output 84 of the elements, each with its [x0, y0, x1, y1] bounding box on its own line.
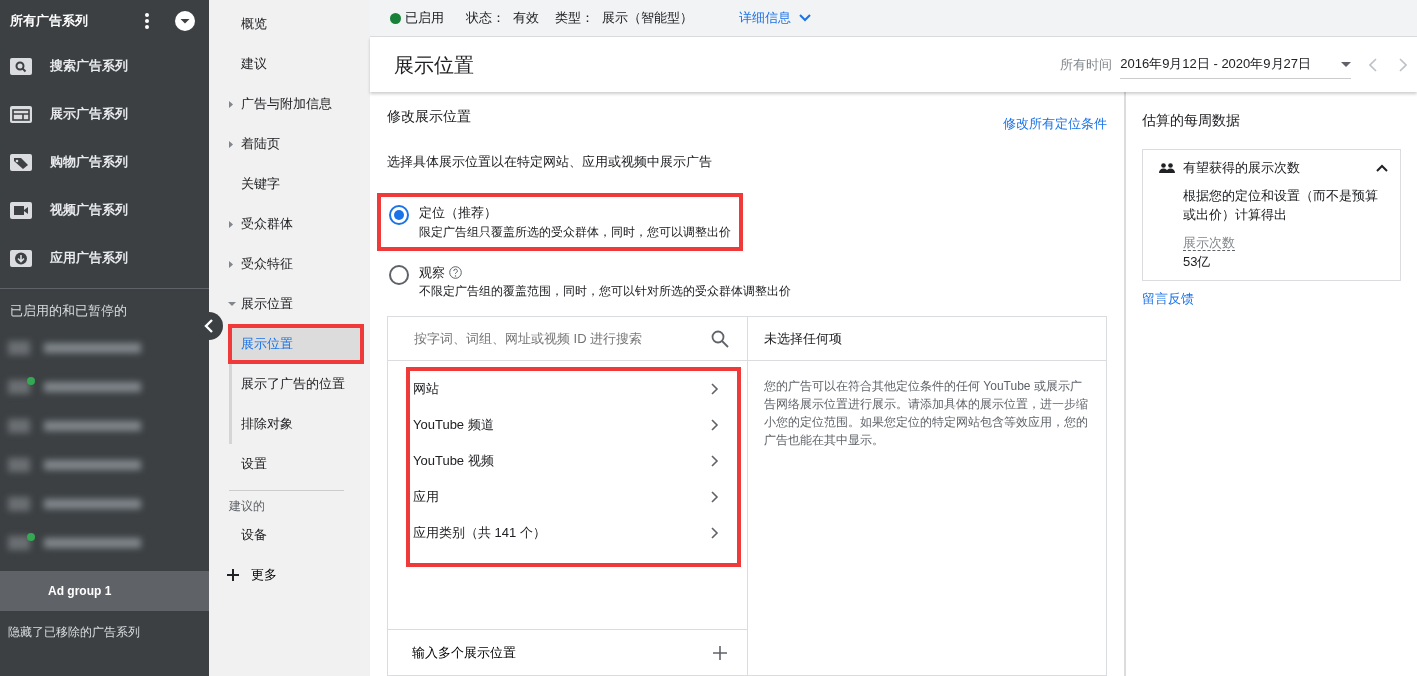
multi-placement-button[interactable]: 输入多个展示位置: [388, 629, 747, 675]
selection-note: 您的广告可以在符合其他定位条件的任何 YouTube 或展示广告网络展示位置进行展示。请添加具体的展示位置，进一步缩小您的定位范围。如果您定位的特定网站包含等效应用，您的广告也能在其中显示。: [763, 378, 1089, 449]
nav-subitem[interactable]: 展示了广告的位置: [232, 364, 370, 404]
category-item[interactable]: 网站: [410, 371, 737, 407]
category-label: YouTube 频道: [413, 416, 494, 435]
chevron-down-icon: [799, 14, 811, 22]
state-label: 状态：: [466, 9, 505, 28]
nav-item[interactable]: 展示位置: [209, 284, 370, 324]
section-title: 修改展示位置: [387, 107, 471, 126]
people-icon: [1159, 162, 1175, 173]
sidebar-title: 所有广告系列: [10, 12, 89, 31]
campaign-type-link[interactable]: 购物广告系列: [50, 152, 128, 172]
status-text: 已启用: [405, 9, 444, 28]
layout-icon: [10, 105, 32, 123]
category-item[interactable]: 应用: [410, 479, 737, 515]
edit-targeting-link[interactable]: 修改所有定位条件: [1003, 114, 1107, 134]
nav-item[interactable]: 概览: [209, 4, 370, 44]
option-hint: 不限定广告组的覆盖范围，同时，您可以针对所选的受众群体调整出价: [419, 283, 791, 300]
dropdown-icon[interactable]: [175, 11, 195, 31]
description: 选择具体展示位置以在特定网站、应用或视频中展示广告: [387, 152, 713, 171]
type-value: 展示（智能型）: [602, 9, 693, 28]
radio-button[interactable]: [389, 205, 409, 225]
nav-item[interactable]: 设备: [209, 515, 370, 555]
more-vertical-icon[interactable]: [145, 13, 149, 29]
chevron-right-icon: [710, 526, 719, 540]
radio-button[interactable]: [389, 264, 409, 285]
category-item[interactable]: YouTube 视频: [410, 443, 737, 479]
nav-item[interactable]: 受众群体: [209, 204, 370, 244]
chevron-right-icon: [710, 418, 719, 432]
nav-item[interactable]: 广告与附加信息: [209, 84, 370, 124]
date-range-picker[interactable]: 2016年9月12日 - 2020年9月27日: [1120, 50, 1351, 79]
category-item[interactable]: YouTube 频道: [410, 407, 737, 443]
campaign-type-link[interactable]: 视频广告系列: [50, 200, 128, 220]
caret-down-icon: [1341, 61, 1351, 67]
search-icon: [10, 57, 32, 75]
video-camera-icon: [10, 201, 32, 219]
category-label: 应用类别（共 141 个）: [413, 524, 546, 543]
chevron-left-icon[interactable]: [1369, 57, 1377, 72]
section-label: 建议的: [229, 490, 344, 515]
card-title: 有望获得的展示次数: [1183, 159, 1301, 177]
ad-group-item[interactable]: Ad group 1: [0, 570, 209, 611]
status-dot: [390, 12, 401, 24]
option-hint: 限定广告组只覆盖所选的受众群体，同时，您可以调整出价: [419, 223, 731, 241]
sidebar-footer[interactable]: 隐藏了已移除的广告系列: [0, 610, 209, 653]
campaign-type-link[interactable]: 展示广告系列: [50, 104, 128, 124]
nav-item[interactable]: 受众特征: [209, 244, 370, 284]
download-icon: [10, 249, 32, 267]
nav-item[interactable]: 关键字: [209, 164, 370, 204]
plus-icon: [227, 569, 239, 581]
metric-value: 53亿: [1183, 253, 1212, 271]
metric-label: 展示次数: [1183, 234, 1235, 251]
campaign-type-link[interactable]: 应用广告系列: [50, 248, 128, 268]
panel-title: 估算的每周数据: [1142, 111, 1241, 130]
chevron-right-icon: [710, 454, 719, 468]
page-title: 展示位置: [394, 52, 475, 77]
option-label: 观察: [419, 263, 445, 282]
range-label: 所有时间: [1060, 55, 1113, 74]
chevron-up-icon[interactable]: [1376, 163, 1388, 172]
nav-item[interactable]: 着陆页: [209, 124, 370, 164]
nav-item[interactable]: 设置: [209, 444, 370, 484]
details-link[interactable]: 详细信息: [739, 8, 811, 28]
type-label: 类型：: [555, 9, 594, 28]
nav-item[interactable]: 建议: [209, 44, 370, 84]
campaign-type-link[interactable]: 搜索广告系列: [50, 56, 128, 76]
chevron-left-icon: [204, 319, 214, 333]
category-item[interactable]: 应用类别（共 141 个）: [410, 515, 737, 551]
search-icon: [711, 329, 729, 348]
category-label: 网站: [413, 380, 439, 399]
selection-title: 未选择任何项: [748, 317, 1106, 361]
nav-subitem[interactable]: 排除对象: [232, 404, 370, 444]
tag-icon: [10, 153, 32, 171]
option-label: 定位（推荐）: [419, 204, 497, 222]
plus-icon: [713, 645, 727, 660]
chevron-right-icon: [710, 382, 719, 396]
card-text: 根据您的定位和设置（而不是预算或出价）计算得出: [1183, 186, 1379, 224]
feedback-link[interactable]: 留言反馈: [1142, 288, 1194, 308]
chevron-right-icon: [710, 490, 719, 504]
more-button[interactable]: 更多: [209, 555, 283, 595]
category-label: 应用: [413, 488, 439, 507]
state-value: 有效: [513, 9, 539, 28]
category-label: YouTube 视频: [413, 452, 494, 471]
chevron-right-icon[interactable]: [1399, 57, 1407, 72]
search-field[interactable]: 按字词、词组、网址或视频 ID 进行搜索: [412, 327, 711, 350]
date-range: 2016年9月12日 - 2020年9月27日: [1120, 55, 1311, 74]
